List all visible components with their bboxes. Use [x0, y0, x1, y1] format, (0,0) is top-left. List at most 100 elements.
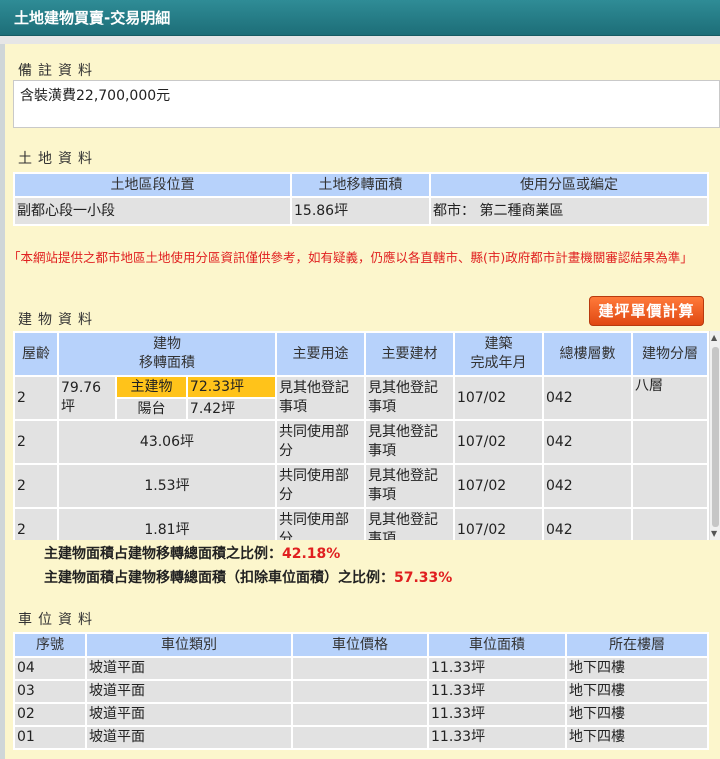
table-row: 2 43.06坪 共同使用部分 見其他登記事項 107/02 042: [15, 421, 707, 463]
bld-built: 107/02: [454, 509, 542, 540]
table-row: 2 1.81坪 共同使用部分 見其他登記事項 107/02 042: [15, 509, 707, 540]
table-row: 副都心段一小段 15.86坪 都市： 第二種商業區: [15, 198, 707, 224]
parking-type: 坡道平面: [87, 704, 291, 725]
bld-material: 見其他登記事項: [365, 377, 453, 419]
bld-material: 見其他登記事項: [365, 465, 453, 507]
bld-floors: 042: [543, 421, 631, 463]
parking-price: [293, 681, 427, 702]
parking-type: 坡道平面: [87, 658, 291, 679]
table-row: 01 坡道平面 11.33坪 地下四樓: [15, 727, 707, 748]
land-zoning: 都市： 第二種商業區: [431, 198, 707, 224]
parking-no: 02: [15, 704, 85, 725]
note-heading: 備註資料: [18, 63, 98, 79]
scrollbar-thumb[interactable]: [712, 347, 719, 527]
parking-area: 11.33坪: [429, 658, 565, 679]
building-heading: 建物資料: [18, 312, 98, 328]
zoning-disclaimer: 「本網站提供之都市地區土地使用分區資訊僅供參考，如有疑義，仍應以各直轄市、縣(市…: [8, 250, 693, 265]
table-row: 2 1.53坪 共同使用部分 見其他登記事項 107/02 042: [15, 465, 707, 507]
window-title: 土地建物買賣-交易明細: [0, 0, 720, 36]
parking-floor: 地下四樓: [567, 658, 707, 679]
bld-use: 共同使用部分: [276, 421, 364, 463]
scroll-up-arrow-icon[interactable]: ▲: [711, 333, 717, 342]
bld-col-floors: 總樓層數: [543, 333, 631, 375]
parking-col-area: 車位面積: [429, 634, 565, 656]
building-table: 屋齡 建物 移轉面積 主要用途 主要建材 建築 完成年月 總樓層數 建物分層 2…: [13, 331, 709, 540]
bld-total-area: 79.76坪: [59, 377, 115, 419]
bld-use: 共同使用部分: [276, 465, 364, 507]
ratio-value: 42.18%: [282, 546, 341, 562]
parking-type: 坡道平面: [87, 727, 291, 748]
parking-no: 04: [15, 658, 85, 679]
bld-built: 107/02: [454, 421, 542, 463]
bld-floors: 042: [543, 465, 631, 507]
land-heading: 土地資料: [18, 151, 98, 167]
table-row: 03 坡道平面 11.33坪 地下四樓: [15, 681, 707, 702]
bld-age: 2: [15, 465, 57, 507]
building-table-scrollbar[interactable]: ▲ ▼: [709, 331, 720, 540]
ratio-label: 主建物面積占建物移轉總面積（扣除車位面積）之比例：: [44, 570, 394, 586]
land-col-area: 土地移轉面積: [292, 174, 429, 196]
bld-main-area: 72.33坪: [187, 377, 275, 397]
land-location: 副都心段一小段: [15, 198, 290, 224]
bld-balcony-label: 陽台: [117, 399, 186, 419]
bld-material: 見其他登記事項: [365, 509, 453, 540]
bld-built: 107/02: [454, 377, 542, 419]
table-row: 04 坡道平面 11.33坪 地下四樓: [15, 658, 707, 679]
bld-area: 43.06坪: [59, 421, 275, 463]
parking-price: [293, 727, 427, 748]
parking-no: 01: [15, 727, 85, 748]
table-row: 02 坡道平面 11.33坪 地下四樓: [15, 704, 707, 725]
parking-no: 03: [15, 681, 85, 702]
table-row: 2 79.76坪 主建物 72.33坪 見其他登記事項 見其他登記事項 107/…: [15, 377, 707, 419]
parking-floor: 地下四樓: [567, 681, 707, 702]
frame-top-border: [0, 36, 720, 44]
ratio-label: 主建物面積占建物移轉總面積之比例：: [44, 546, 282, 562]
bld-col-material: 主要建材: [365, 333, 453, 375]
bld-area: 1.81坪: [59, 509, 275, 540]
bld-col-area: 建物 移轉面積: [59, 333, 275, 375]
bld-division: 八層: [632, 377, 707, 419]
bld-age: 2: [15, 377, 57, 419]
note-text: 含裝潢費22,700,000元: [13, 80, 720, 128]
building-table-scroll[interactable]: 屋齡 建物 移轉面積 主要用途 主要建材 建築 完成年月 總樓層數 建物分層 2…: [13, 331, 709, 540]
bld-main-label: 主建物: [117, 377, 186, 397]
parking-type: 坡道平面: [87, 681, 291, 702]
parking-heading: 車位資料: [18, 612, 98, 628]
land-col-zoning: 使用分區或編定: [431, 174, 707, 196]
parking-col-price: 車位價格: [293, 634, 427, 656]
parking-area: 11.33坪: [429, 704, 565, 725]
bld-col-age: 屋齡: [15, 333, 57, 375]
main-building-ratio-excl-parking: 主建物面積占建物移轉總面積（扣除車位面積）之比例：57.33%: [44, 567, 452, 587]
parking-floor: 地下四樓: [567, 727, 707, 748]
bld-col-built: 建築 完成年月: [454, 333, 542, 375]
bld-col-division: 建物分層: [632, 333, 707, 375]
bld-use: 見其他登記事項: [276, 377, 364, 419]
parking-price: [293, 704, 427, 725]
bld-division: [632, 421, 707, 463]
parking-area: 11.33坪: [429, 727, 565, 748]
bld-col-use: 主要用途: [276, 333, 364, 375]
ratio-value: 57.33%: [394, 570, 453, 586]
unit-price-calc-button[interactable]: 建坪單價計算: [589, 296, 704, 326]
bld-use: 共同使用部分: [276, 509, 364, 540]
land-col-location: 土地區段位置: [15, 174, 290, 196]
bld-division: [632, 509, 707, 540]
parking-price: [293, 658, 427, 679]
land-area: 15.86坪: [292, 198, 429, 224]
land-table: 土地區段位置 土地移轉面積 使用分區或編定 副都心段一小段 15.86坪 都市：…: [13, 172, 709, 226]
parking-col-floor: 所在樓層: [567, 634, 707, 656]
bld-material: 見其他登記事項: [365, 421, 453, 463]
parking-table: 序號 車位類別 車位價格 車位面積 所在樓層 04 坡道平面 11.33坪 地下…: [13, 632, 709, 750]
parking-area: 11.33坪: [429, 681, 565, 702]
bld-balcony-area: 7.42坪: [187, 399, 275, 419]
bld-floors: 042: [543, 509, 631, 540]
bld-area: 1.53坪: [59, 465, 275, 507]
parking-col-type: 車位類別: [87, 634, 291, 656]
scroll-down-arrow-icon[interactable]: ▼: [711, 529, 717, 538]
bld-age: 2: [15, 421, 57, 463]
bld-built: 107/02: [454, 465, 542, 507]
parking-floor: 地下四樓: [567, 704, 707, 725]
bld-floors: 042: [543, 377, 631, 419]
parking-col-no: 序號: [15, 634, 85, 656]
bld-division: [632, 465, 707, 507]
